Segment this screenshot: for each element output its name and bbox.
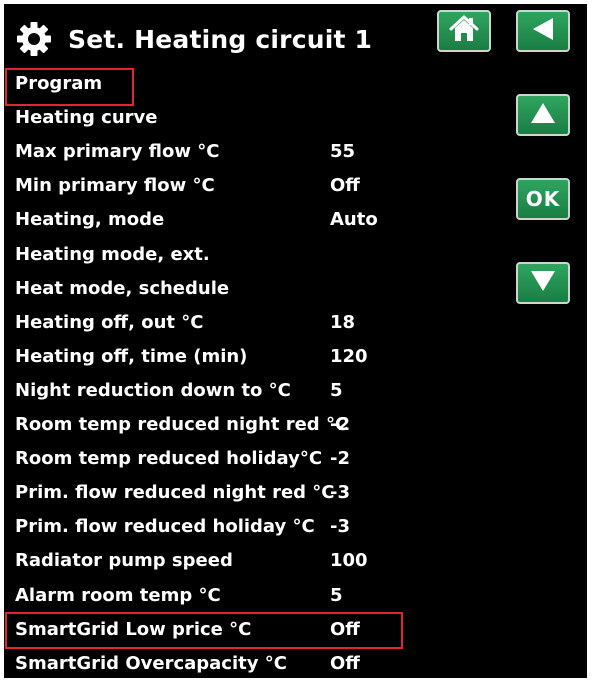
- page-title: Set. Heating circuit 1: [68, 25, 373, 54]
- setting-label: Alarm room temp °C: [15, 584, 221, 606]
- back-button[interactable]: [516, 10, 570, 52]
- setting-value: Off: [330, 652, 360, 674]
- setting-row[interactable]: Radiator pump speed 100: [4, 544, 504, 578]
- setting-value: 55: [330, 141, 356, 163]
- setting-value: -2: [330, 448, 350, 470]
- setting-label: Night reduction down to °C: [15, 379, 291, 401]
- setting-value: Auto: [330, 209, 378, 231]
- setting-value: 18: [330, 311, 356, 333]
- setting-label: Heating off, time (min): [15, 345, 248, 367]
- setting-label: Heating curve: [15, 107, 158, 129]
- setting-label: Max primary flow °C: [15, 141, 220, 163]
- setting-row[interactable]: Max primary flow °C 55: [4, 135, 504, 169]
- setting-label: Heating mode, ext.: [15, 243, 210, 265]
- setting-row[interactable]: Prim. flow reduced night red °C -3: [4, 476, 504, 510]
- setting-label: Heating off, out °C: [15, 311, 204, 333]
- ok-button[interactable]: OK: [516, 178, 570, 220]
- setting-label: Program: [15, 73, 103, 94]
- setting-value: -3: [330, 482, 350, 504]
- setting-value: -3: [330, 516, 350, 538]
- setting-row[interactable]: Room temp reduced night red °C -2: [4, 408, 504, 442]
- home-button[interactable]: [437, 10, 491, 52]
- setting-row[interactable]: Min primary flow °C Off: [4, 169, 504, 203]
- setting-label: Min primary flow °C: [15, 175, 215, 197]
- setting-value: -2: [330, 414, 350, 435]
- setting-label: Radiator pump speed: [15, 550, 233, 572]
- ok-label: OK: [525, 187, 561, 211]
- down-arrow-icon: [529, 269, 557, 297]
- back-arrow-icon: [530, 16, 556, 46]
- setting-value: Off: [330, 175, 360, 197]
- setting-row[interactable]: SmartGrid Low price °C Off: [4, 613, 504, 647]
- setting-label: Room temp reduced holiday°C: [15, 448, 323, 470]
- setting-label: Prim. flow reduced night red °C: [15, 482, 335, 504]
- setting-row[interactable]: Heating off, out °C 18: [4, 306, 504, 340]
- gear-icon: [16, 21, 52, 57]
- setting-value: 120: [330, 345, 368, 367]
- setting-label: SmartGrid Low price °C: [15, 618, 252, 640]
- setting-row[interactable]: Heating curve: [4, 101, 504, 135]
- setting-row[interactable]: Prim. flow reduced holiday °C -3: [4, 510, 504, 544]
- up-arrow-icon: [529, 101, 557, 129]
- home-icon: [448, 14, 480, 48]
- setting-label: Heating, mode: [15, 209, 165, 231]
- setting-row[interactable]: Alarm room temp °C 5: [4, 579, 504, 613]
- setting-row[interactable]: Night reduction down to °C 5: [4, 374, 504, 408]
- setting-value: 5: [330, 584, 343, 606]
- setting-value: 100: [330, 550, 368, 572]
- setting-row[interactable]: Program: [4, 67, 504, 101]
- setting-value: Off: [330, 618, 360, 640]
- setting-row[interactable]: Heating mode, ext.: [4, 238, 504, 272]
- scroll-down-button[interactable]: [516, 262, 570, 304]
- setting-value: 5: [330, 379, 343, 401]
- setting-label: SmartGrid Overcapacity °C: [15, 652, 287, 674]
- setting-row[interactable]: Heating off, time (min) 120: [4, 340, 504, 374]
- setting-label: Room temp reduced night red °C: [15, 414, 349, 435]
- display-screen: Set. Heating circuit 1 OK Program Heatin…: [4, 4, 587, 678]
- setting-label: Prim. flow reduced holiday °C: [15, 516, 315, 538]
- setting-row[interactable]: Heating, mode Auto: [4, 203, 504, 237]
- scroll-up-button[interactable]: [516, 94, 570, 136]
- setting-row[interactable]: Heat mode, schedule: [4, 272, 504, 306]
- setting-row[interactable]: Room temp reduced holiday°C -2: [4, 442, 504, 476]
- setting-row[interactable]: SmartGrid Overcapacity °C Off: [4, 647, 504, 678]
- setting-label: Heat mode, schedule: [15, 277, 230, 299]
